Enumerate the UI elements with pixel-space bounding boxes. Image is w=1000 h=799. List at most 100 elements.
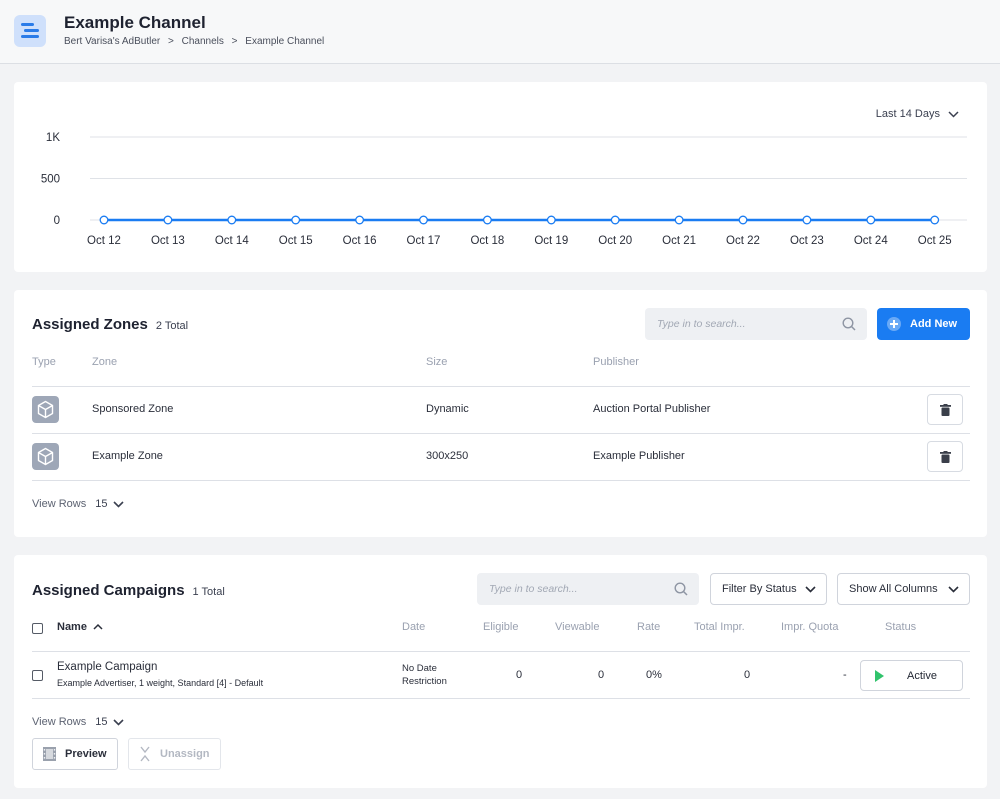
- campaigns-search-input[interactable]: [477, 573, 699, 605]
- zone-publisher: Example Publisher: [593, 450, 685, 462]
- campaign-name[interactable]: Example Campaign: [57, 661, 157, 673]
- campaigns-title: Assigned Campaigns 1 Total: [32, 582, 225, 599]
- zone-size: 300x250: [426, 450, 469, 462]
- col-zone[interactable]: Zone: [92, 356, 117, 368]
- campaign-eligible: 0: [516, 669, 523, 681]
- col-date[interactable]: Date: [402, 621, 425, 633]
- preview-button[interactable]: Preview: [32, 738, 118, 770]
- preview-label: Preview: [65, 748, 107, 760]
- breadcrumb: Bert Varisa's AdButler > Channels > Exam…: [64, 36, 324, 47]
- data-point: [99, 215, 109, 225]
- data-point: [355, 215, 365, 225]
- x-tick-label: Oct 22: [726, 235, 760, 247]
- campaign-impression-quota: -: [843, 669, 847, 681]
- campaign-date-line2: Restriction: [402, 676, 447, 687]
- sort-ascending-icon: [93, 623, 103, 630]
- chevron-down-icon[interactable]: [113, 718, 125, 726]
- col-name-label: Name: [57, 621, 87, 633]
- delete-zone-button[interactable]: [927, 441, 963, 472]
- x-tick-label: Oct 25: [918, 235, 952, 247]
- data-point: [227, 215, 237, 225]
- unassign-button[interactable]: Unassign: [128, 738, 221, 770]
- view-rows-label: View Rows: [32, 716, 87, 728]
- breadcrumb-current: Example Channel: [245, 36, 325, 47]
- zones-title-text: Assigned Zones: [32, 316, 148, 333]
- campaigns-count: 1 Total: [192, 586, 225, 598]
- data-point: [674, 215, 684, 225]
- x-tick-label: Oct 16: [343, 235, 377, 247]
- play-icon: [875, 670, 884, 682]
- row-checkbox[interactable]: [32, 670, 43, 681]
- zones-search-box: [645, 308, 867, 340]
- trash-icon: [940, 451, 951, 463]
- zone-name[interactable]: Sponsored Zone: [92, 403, 173, 415]
- unlink-icon: [140, 746, 150, 762]
- col-publisher[interactable]: Publisher: [593, 356, 639, 368]
- campaigns-view-rows: View Rows 15: [32, 716, 125, 728]
- col-impression-quota[interactable]: Impr. Quota: [781, 621, 838, 633]
- x-tick-label: Oct 17: [407, 235, 441, 247]
- data-point: [930, 215, 940, 225]
- campaign-viewable: 0: [598, 669, 605, 681]
- breadcrumb-separator: >: [168, 36, 174, 47]
- view-rows-value[interactable]: 15: [95, 716, 107, 728]
- breadcrumb-account[interactable]: Bert Varisa's AdButler: [64, 36, 160, 47]
- breadcrumb-separator: >: [231, 36, 238, 47]
- y-tick-label: 1K: [46, 132, 60, 144]
- col-type: Type: [32, 356, 56, 368]
- campaign-date: No Date Restriction: [402, 662, 447, 688]
- view-rows-value[interactable]: 15: [95, 498, 107, 510]
- campaign-date-line1: No Date: [402, 663, 437, 674]
- delete-zone-button[interactable]: [927, 394, 963, 425]
- data-point: [738, 215, 748, 225]
- unassign-label: Unassign: [160, 748, 210, 760]
- table-divider: [32, 698, 970, 699]
- cube-icon: [32, 396, 59, 423]
- data-point: [802, 215, 812, 225]
- film-icon: [43, 747, 56, 761]
- assigned-campaigns-card: Assigned Campaigns 1 Total Filter By Stat…: [14, 555, 987, 788]
- x-tick-label: Oct 24: [854, 235, 888, 247]
- data-point: [291, 215, 301, 225]
- zones-view-rows: View Rows 15: [32, 498, 125, 510]
- y-tick-label: 0: [54, 215, 60, 227]
- data-point: [866, 215, 876, 225]
- x-tick-label: Oct 15: [279, 235, 313, 247]
- breadcrumb-channels[interactable]: Channels: [182, 36, 224, 47]
- zones-search-input[interactable]: [645, 308, 867, 340]
- zone-publisher: Auction Portal Publisher: [593, 403, 711, 415]
- cube-icon: [32, 443, 59, 470]
- col-status[interactable]: Status: [885, 621, 916, 633]
- search-icon[interactable]: [674, 582, 688, 596]
- select-all-checkbox[interactable]: [32, 623, 43, 634]
- add-new-label: Add New: [910, 318, 958, 330]
- col-eligible[interactable]: Eligible: [483, 621, 518, 633]
- campaign-total-impressions: 0: [744, 669, 751, 681]
- page-title: Example Channel: [64, 13, 206, 32]
- menu-icon[interactable]: [14, 15, 46, 47]
- col-viewable[interactable]: Viewable: [555, 621, 599, 633]
- campaign-details: Example Advertiser, 1 weight, Standard […: [57, 678, 264, 688]
- col-total-impressions[interactable]: Total Impr.: [694, 621, 745, 633]
- x-tick-label: Oct 21: [662, 235, 696, 247]
- data-point: [546, 215, 556, 225]
- add-new-button[interactable]: Add New: [877, 308, 970, 340]
- chevron-down-icon[interactable]: [113, 500, 125, 508]
- data-point: [419, 215, 428, 225]
- data-point: [482, 215, 492, 225]
- data-point: [610, 215, 620, 225]
- chevron-down-icon: [948, 585, 959, 593]
- stats-chart-card: Last 14 Days 0 500 1K Oct 12 Oct 13 Oct 14 Oct…: [14, 82, 987, 272]
- zone-name[interactable]: Example Zone: [92, 450, 163, 462]
- status-toggle-button[interactable]: Active: [860, 660, 963, 691]
- search-icon[interactable]: [842, 317, 856, 331]
- x-tick-label: Oct 18: [470, 235, 504, 247]
- col-name[interactable]: Name: [57, 621, 103, 633]
- y-tick-label: 500: [41, 174, 60, 186]
- filter-by-status-dropdown[interactable]: Filter By Status: [710, 573, 827, 605]
- col-size[interactable]: Size: [426, 356, 447, 368]
- data-point: [163, 215, 173, 225]
- col-rate[interactable]: Rate: [637, 621, 660, 633]
- show-all-columns-dropdown[interactable]: Show All Columns: [837, 573, 970, 605]
- x-tick-label: Oct 12: [87, 235, 121, 247]
